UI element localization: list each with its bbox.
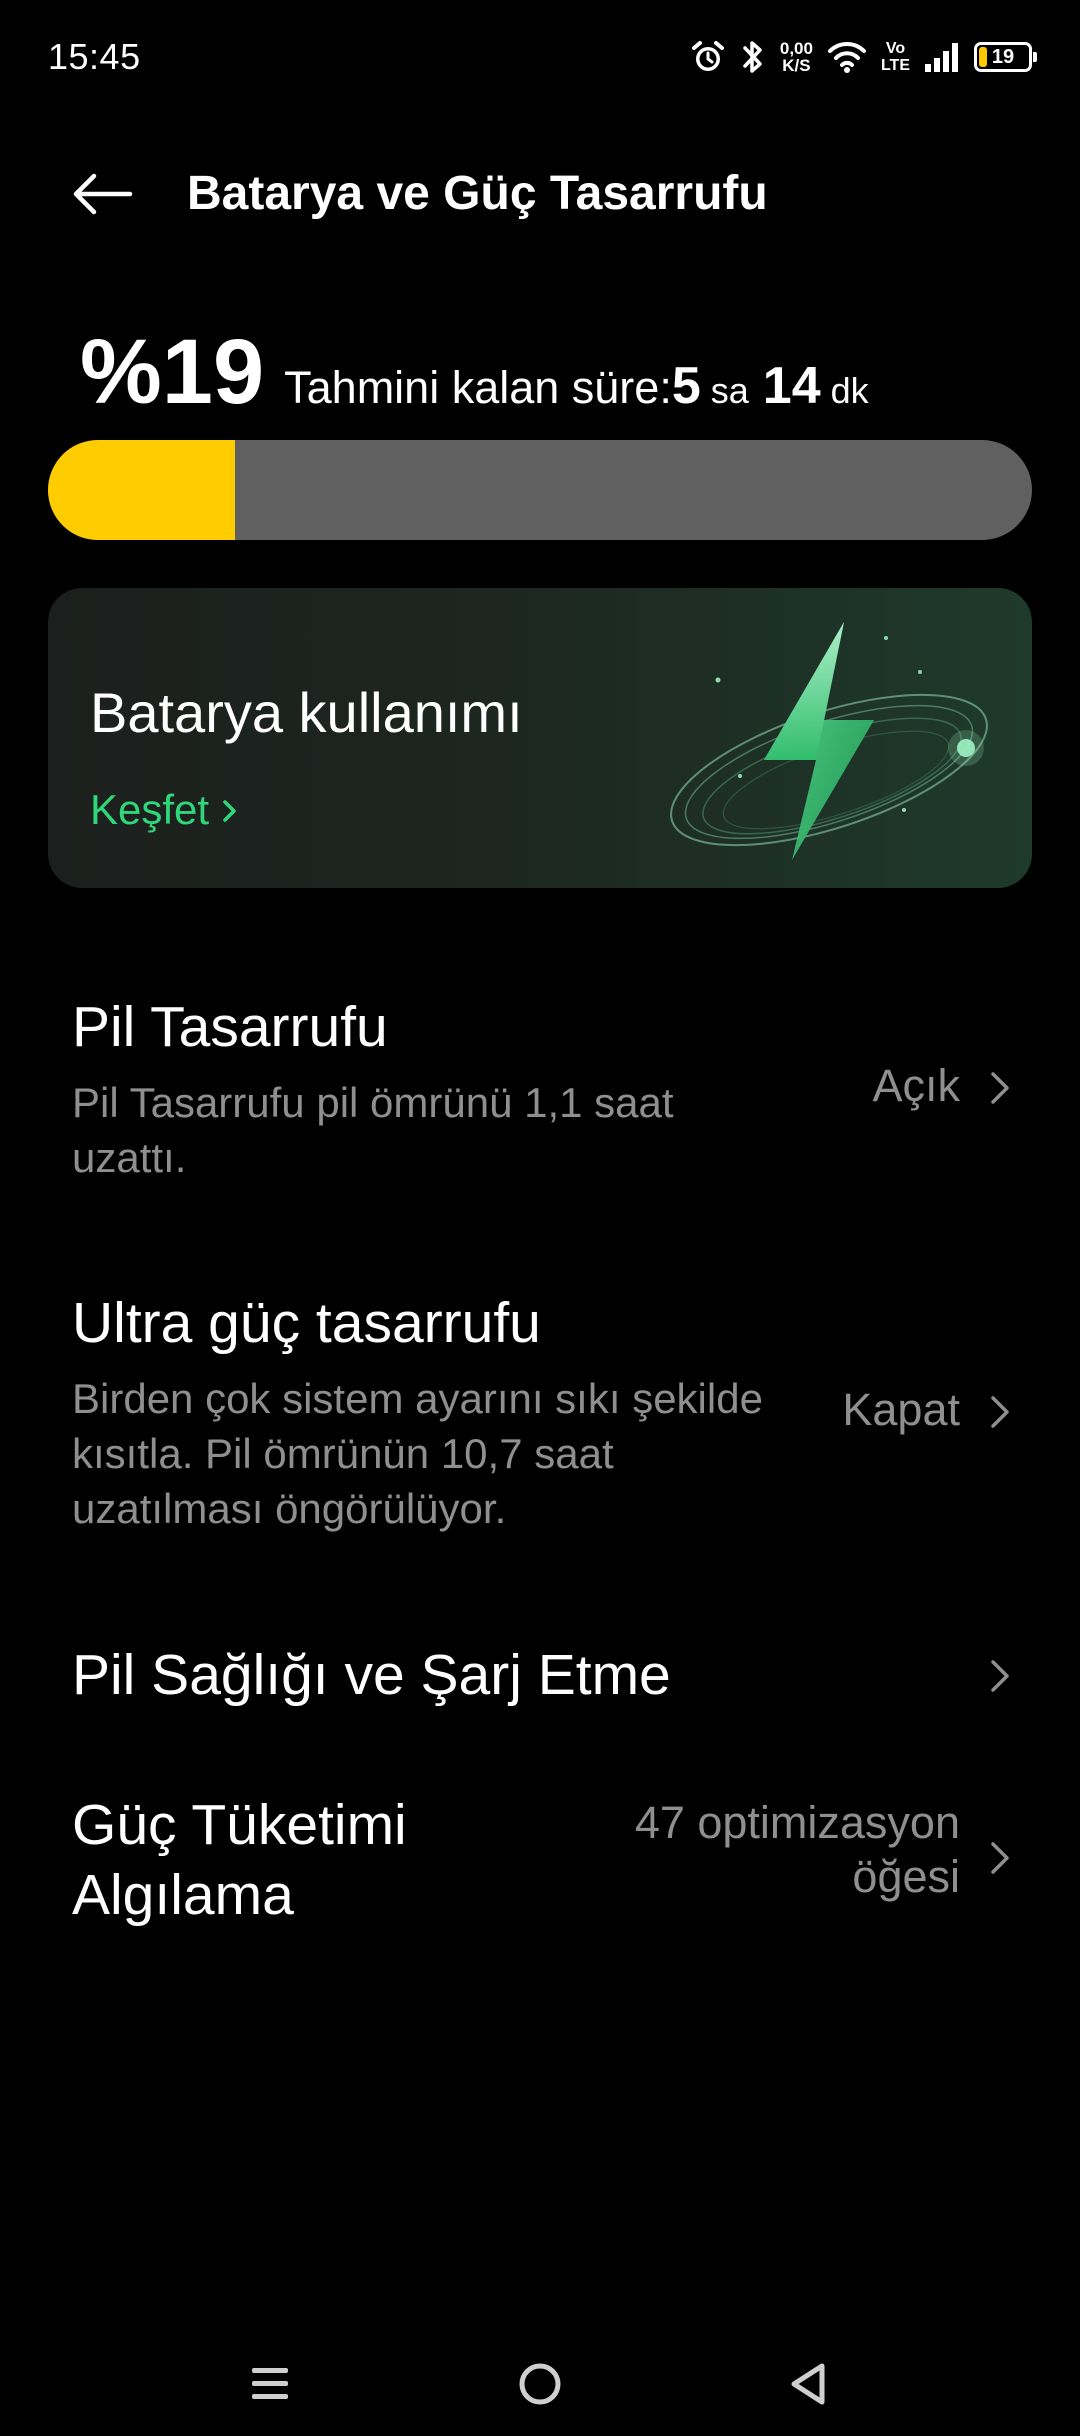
chevron-right-icon	[986, 1834, 1014, 1882]
net-speed: 0,00 K/S	[780, 40, 813, 74]
net-speed-unit: K/S	[782, 56, 811, 75]
list-item-battery-saver[interactable]: Pil Tasarrufu Pil Tasarrufu pil ömrünü 1…	[0, 980, 1080, 1200]
net-speed-value: 0,00	[779, 39, 813, 58]
discover-link[interactable]: Keşfet	[90, 786, 239, 834]
status-time: 15:45	[48, 36, 141, 77]
battery-saver-value: Açık	[872, 1060, 960, 1111]
battery-summary: %19 Tahmini kalan süre: 5 sa 14 dk	[80, 320, 883, 425]
back-button[interactable]	[66, 160, 138, 232]
battery-usage-card[interactable]: Batarya kullanımı Keşfet	[48, 588, 1032, 888]
battery-level-bar	[48, 440, 1032, 540]
power-consumption-value: 47 optimizasyon öğesi	[635, 1796, 960, 1904]
home-icon	[516, 2360, 564, 2413]
discover-link-label: Keşfet	[90, 786, 210, 833]
remaining-hours-unit: sa	[710, 370, 749, 411]
status-bar: 15:45 0,00 K/S Vo LTE 19	[0, 0, 1080, 120]
menu-icon	[248, 2362, 292, 2411]
page-title: Batarya ve Güç Tasarrufu	[187, 167, 768, 220]
list-item-power-consumption-detection[interactable]: Güç Tüketimi Algılama 47 optimizasyon öğ…	[0, 1784, 1080, 1944]
navigation-bar	[0, 2326, 1080, 2426]
battery-percent: %19	[80, 321, 265, 423]
home-button[interactable]	[500, 2346, 580, 2426]
remaining-hours: 5	[671, 357, 701, 415]
ultra-power-saving-value: Kapat	[842, 1384, 960, 1435]
power-consumption-value-line1: 47 optimizasyon	[634, 1797, 960, 1848]
menu-button[interactable]	[230, 2346, 310, 2426]
list-item-ultra-power-saving[interactable]: Ultra güç tasarrufu Birden çok sistem ay…	[0, 1276, 1080, 1556]
chevron-right-icon	[986, 1388, 1014, 1436]
battery-icon-fill	[979, 47, 987, 67]
alarm-icon	[690, 39, 726, 75]
chevron-right-icon	[221, 796, 239, 824]
battery-saver-description: Pil Tasarrufu pil ömrünü 1,1 saat uzattı…	[72, 1079, 674, 1181]
back-icon	[786, 2360, 830, 2413]
volte-bottom: LTE	[880, 57, 910, 74]
battery-usage-title: Batarya kullanımı	[90, 681, 523, 744]
power-consumption-title-line1: Güç Tüketimi	[72, 1793, 407, 1857]
ultra-power-saving-title: Ultra güç tasarrufu	[72, 1291, 541, 1355]
remaining-minutes: 14	[762, 357, 821, 415]
chevron-right-icon	[986, 1064, 1014, 1112]
bluetooth-icon	[740, 38, 766, 76]
power-consumption-title-line2: Algılama	[72, 1863, 294, 1927]
ultra-power-saving-description: Birden çok sistem ayarını sıkı şekilde k…	[72, 1375, 763, 1532]
back-arrow-icon	[70, 172, 134, 221]
lightning-bolt-icon	[654, 600, 1004, 880]
signal-icon	[924, 40, 960, 74]
battery-level-fill	[48, 440, 235, 540]
wifi-icon	[827, 40, 867, 74]
nav-back-button[interactable]	[768, 2346, 848, 2426]
volte-top: Vo	[885, 40, 906, 57]
power-consumption-value-line2: öğesi	[852, 1851, 960, 1902]
list-item-battery-health[interactable]: Pil Sağlığı ve Şarj Etme	[0, 1632, 1080, 1742]
remaining-minutes-unit: dk	[830, 370, 869, 411]
battery-icon-level: 19	[991, 45, 1015, 68]
power-consumption-title: Güç Tüketimi Algılama	[72, 1790, 407, 1930]
remaining-time-label: Tahmini kalan süre:	[284, 362, 672, 413]
status-icons: 0,00 K/S Vo LTE 19	[690, 34, 1037, 80]
volte-indicator: Vo LTE	[881, 40, 910, 74]
battery-saver-title: Pil Tasarrufu	[72, 995, 388, 1059]
battery-icon: 19	[974, 42, 1037, 72]
chevron-right-icon	[986, 1652, 1014, 1700]
battery-health-title: Pil Sağlığı ve Şarj Etme	[72, 1643, 671, 1707]
